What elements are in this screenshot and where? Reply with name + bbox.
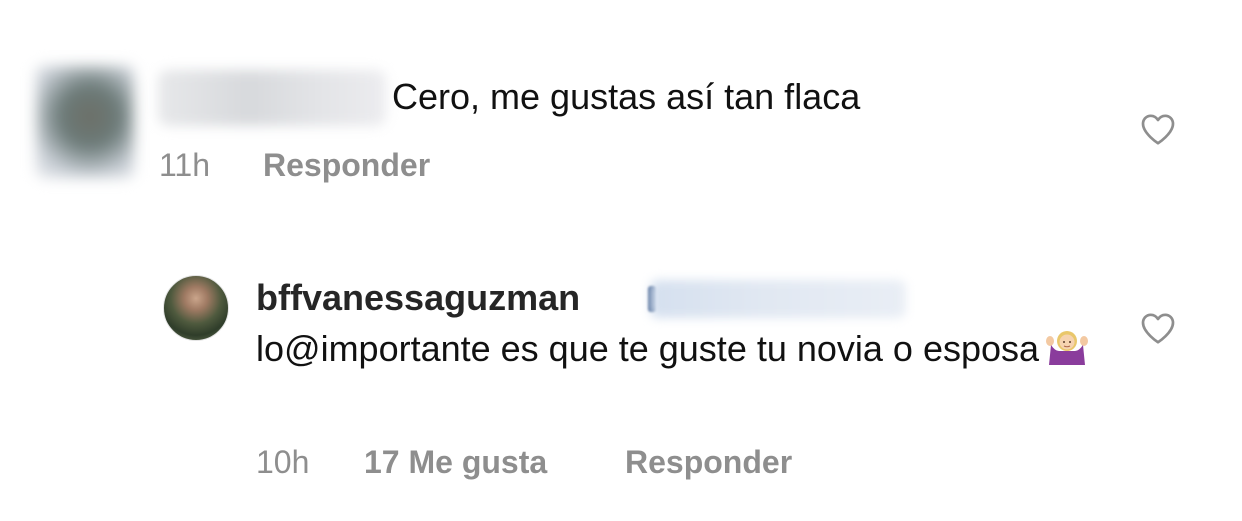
reply-button[interactable]: Responder xyxy=(625,442,792,482)
avatar[interactable] xyxy=(36,66,134,178)
heart-outline-icon xyxy=(1141,313,1175,344)
like-button[interactable] xyxy=(1140,311,1176,345)
likes-count-button[interactable]: 17 Me gusta xyxy=(364,442,547,482)
comment-body: lo@importante es que te guste tu novia o… xyxy=(256,328,1040,369)
like-button[interactable] xyxy=(1140,112,1176,146)
username[interactable]: bffvanessaguzman xyxy=(256,275,580,321)
heart-outline-icon xyxy=(1141,114,1175,145)
comment-text: Cero, me gustas así tan flaca xyxy=(392,76,861,117)
comment-text: lo@importante es que te guste tu novia o… xyxy=(256,325,1136,373)
mention-redacted[interactable] xyxy=(650,280,906,318)
comment-time: 11h xyxy=(159,147,211,183)
username-redacted[interactable] xyxy=(158,70,386,126)
comment-time: 10h xyxy=(256,444,310,480)
avatar[interactable] xyxy=(163,275,229,341)
reply-button[interactable]: Responder xyxy=(263,145,430,185)
person-shrugging-emoji-icon xyxy=(1045,327,1089,367)
